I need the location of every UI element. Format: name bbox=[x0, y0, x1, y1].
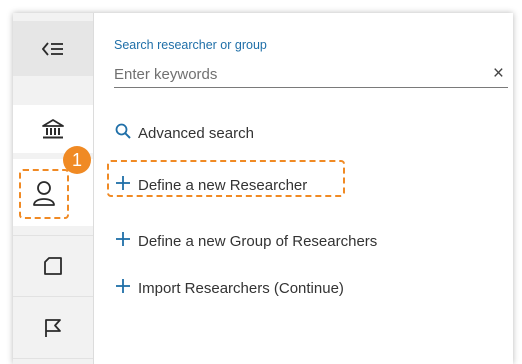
researcher-search-panel: Search researcher or group × Advanced se… bbox=[95, 13, 513, 364]
plus-icon bbox=[114, 279, 132, 297]
import-researchers-link[interactable]: Import Researchers (Continue) bbox=[114, 279, 344, 297]
book-icon bbox=[44, 257, 62, 275]
sidebar-rail: 1 bbox=[13, 13, 94, 364]
screenshot-frame: 1 Search researcher or group × Advanced … bbox=[0, 0, 522, 364]
define-new-researcher-link[interactable]: Define a new Researcher bbox=[114, 176, 307, 194]
plus-icon bbox=[114, 232, 132, 250]
collapse-sidebar-button[interactable] bbox=[13, 21, 93, 76]
collapse-icon bbox=[42, 41, 63, 56]
advanced-search-link[interactable]: Advanced search bbox=[114, 123, 254, 143]
researchers-highlight-outline bbox=[19, 169, 69, 219]
flag-icon bbox=[45, 318, 61, 337]
sidebar-item-flags[interactable] bbox=[13, 297, 93, 359]
plus-icon bbox=[114, 176, 132, 194]
search-input[interactable] bbox=[114, 63, 474, 85]
sidebar-item-publications[interactable] bbox=[13, 235, 93, 297]
define-new-group-label: Define a new Group of Researchers bbox=[138, 232, 378, 250]
search-field: × bbox=[114, 61, 508, 88]
search-icon bbox=[114, 123, 132, 143]
define-new-researcher-label: Define a new Researcher bbox=[138, 176, 308, 194]
advanced-search-label: Advanced search bbox=[138, 124, 254, 142]
define-new-group-link[interactable]: Define a new Group of Researchers bbox=[114, 232, 377, 250]
search-label: Search researcher or group bbox=[114, 38, 267, 52]
import-researchers-label: Import Researchers (Continue) bbox=[138, 279, 344, 297]
researcher-panel-window: 1 Search researcher or group × Advanced … bbox=[13, 13, 513, 364]
institution-icon bbox=[42, 119, 64, 139]
clear-search-icon[interactable]: × bbox=[493, 63, 504, 85]
step-callout-badge: 1 bbox=[63, 146, 91, 174]
